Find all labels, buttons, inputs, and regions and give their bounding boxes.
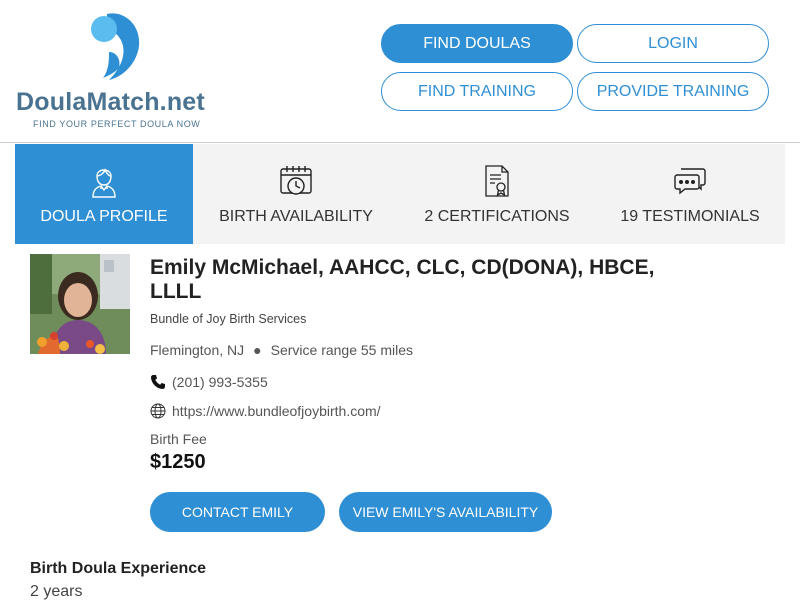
tab-testimonials[interactable]: 19 TESTIMONIALS: [595, 144, 785, 244]
view-availability-button[interactable]: VIEW EMILY'S AVAILABILITY: [339, 492, 552, 532]
website-row[interactable]: https://www.bundleofjoybirth.com/: [150, 403, 381, 419]
doula-name: Emily McMichael, AAHCC, CLC, CD(DONA), H…: [150, 256, 655, 303]
calendar-clock-icon: [278, 163, 314, 199]
login-button[interactable]: LOGIN: [577, 24, 769, 63]
globe-icon: [150, 403, 166, 419]
tab-birth-availability[interactable]: BIRTH AVAILABILITY: [193, 144, 399, 244]
experience-title: Birth Doula Experience: [30, 560, 207, 577]
business-name: Bundle of Joy Birth Services: [150, 312, 307, 326]
website-link[interactable]: https://www.bundleofjoybirth.com/: [172, 403, 381, 419]
phone-number[interactable]: (201) 993-5355: [172, 374, 268, 390]
phone-row[interactable]: (201) 993-5355: [150, 374, 268, 390]
certificate-icon: [479, 163, 515, 199]
site-header: DoulaMatch.net FIND YOUR PERFECT DOULA N…: [0, 0, 800, 143]
fee-value: $1250: [150, 451, 206, 473]
logo[interactable]: DoulaMatch.net FIND YOUR PERFECT DOULA N…: [16, 12, 221, 132]
tab-label: BIRTH AVAILABILITY: [219, 208, 373, 225]
service-range: Service range 55 miles: [270, 342, 414, 358]
tab-doula-profile[interactable]: DOULA PROFILE: [15, 144, 193, 244]
phone-icon: [150, 374, 166, 390]
tab-label: DOULA PROFILE: [40, 208, 168, 225]
profile-tabs: DOULA PROFILE BIRTH AVAILABILITY 2 CERTI…: [15, 144, 785, 244]
tab-label: 2 CERTIFICATIONS: [424, 208, 570, 225]
chat-bubbles-icon: [672, 163, 708, 199]
fee-label: Birth Fee: [150, 431, 207, 447]
location-line: Flemington, NJ ● Service range 55 miles: [150, 342, 413, 358]
profile-photo: [30, 254, 130, 354]
experience-value: 2 years: [30, 583, 83, 600]
find-training-button[interactable]: FIND TRAINING: [381, 72, 573, 111]
find-doulas-button[interactable]: FIND DOULAS: [381, 24, 573, 63]
logo-mark-icon: [91, 13, 140, 80]
separator-dot: ●: [253, 342, 262, 358]
logo-tagline: FIND YOUR PERFECT DOULA NOW: [33, 119, 201, 129]
logo-wordmark: DoulaMatch.net: [16, 88, 205, 116]
provide-training-button[interactable]: PROVIDE TRAINING: [577, 72, 769, 111]
contact-button[interactable]: CONTACT EMILY: [150, 492, 325, 532]
location-city: Flemington, NJ: [150, 342, 245, 358]
person-icon: [86, 163, 122, 199]
tab-certifications[interactable]: 2 CERTIFICATIONS: [399, 144, 595, 244]
tab-label: 19 TESTIMONIALS: [620, 208, 760, 225]
